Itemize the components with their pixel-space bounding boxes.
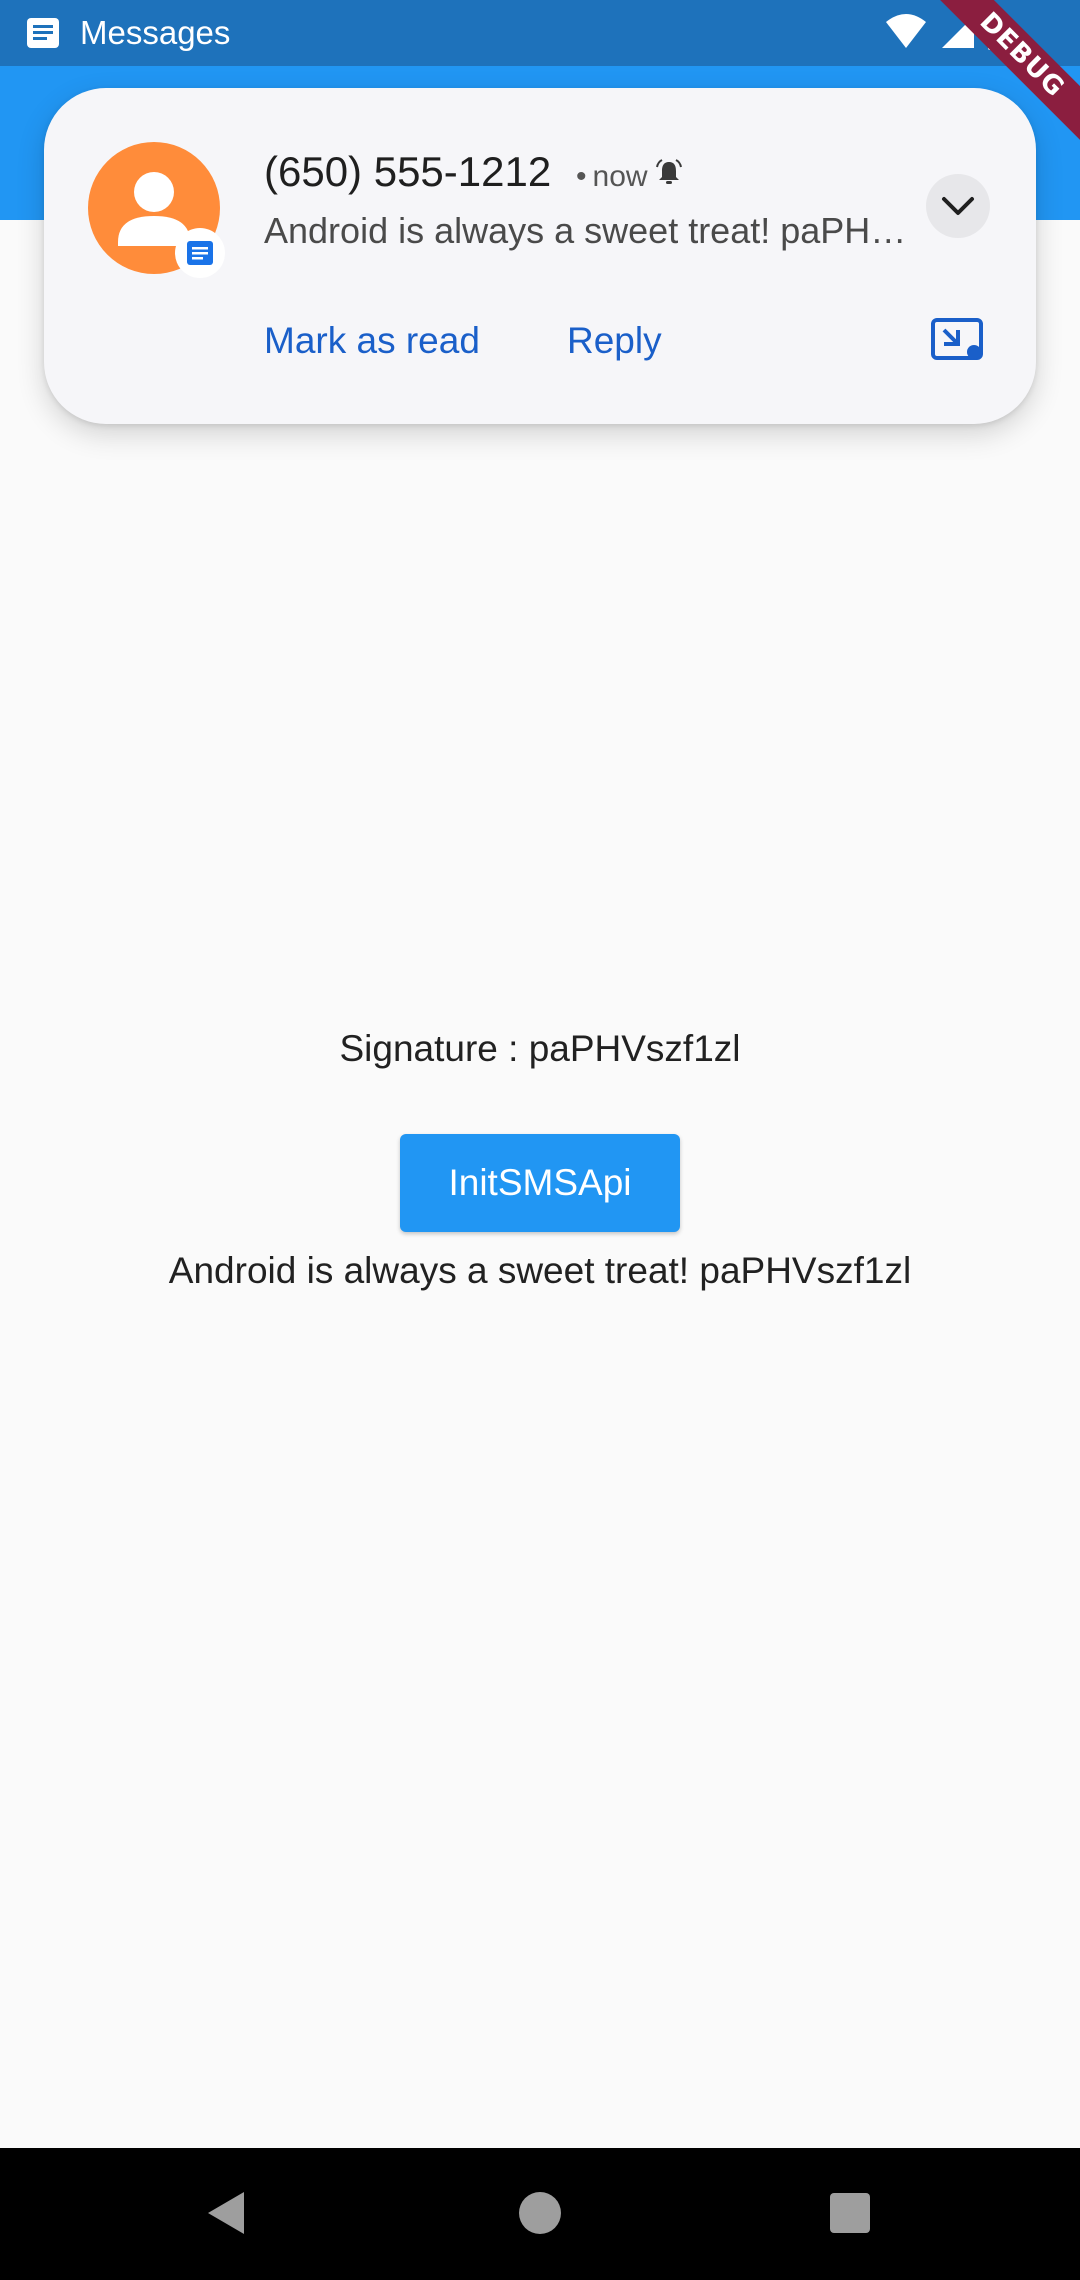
init-sms-api-button[interactable]: InitSMSApi [400, 1134, 680, 1232]
notification-sender: (650) 555-1212 [264, 148, 552, 195]
meta-separator: • [576, 160, 587, 193]
reply-button[interactable]: Reply [567, 320, 662, 362]
mark-as-read-button[interactable]: Mark as read [264, 320, 480, 362]
notification-time: now [592, 160, 648, 193]
messages-badge-icon [175, 228, 225, 278]
received-message-text: Android is always a sweet treat! paPHVsz… [168, 1250, 912, 1291]
signature-text: Signature : paPHVszf1zl [339, 1028, 741, 1069]
status-bar: Messages [0, 0, 1080, 66]
heads-up-notification[interactable]: (650) 555-1212 • now Android is always a… [44, 88, 1036, 424]
home-icon[interactable] [519, 2192, 561, 2234]
back-icon[interactable] [204, 2188, 248, 2243]
bell-icon [654, 158, 684, 196]
notification-meta: • now [576, 158, 684, 196]
recents-icon[interactable] [830, 2193, 870, 2233]
navigation-bar [0, 2148, 1080, 2280]
messages-icon [22, 12, 64, 54]
wifi-icon [884, 12, 928, 57]
chevron-down-icon [942, 197, 974, 215]
signal-icon [938, 12, 976, 57]
status-app-name: Messages [80, 14, 231, 51]
bubble-icon[interactable] [930, 316, 986, 364]
screen: Messages DEBUG (650) 555-1212 • now Andr… [0, 0, 1080, 2280]
expand-button[interactable] [926, 174, 990, 238]
battery-icon [986, 12, 1010, 57]
status-icons [884, 12, 1010, 57]
notification-text: Android is always a sweet treat! paPHVsz… [264, 210, 909, 251]
